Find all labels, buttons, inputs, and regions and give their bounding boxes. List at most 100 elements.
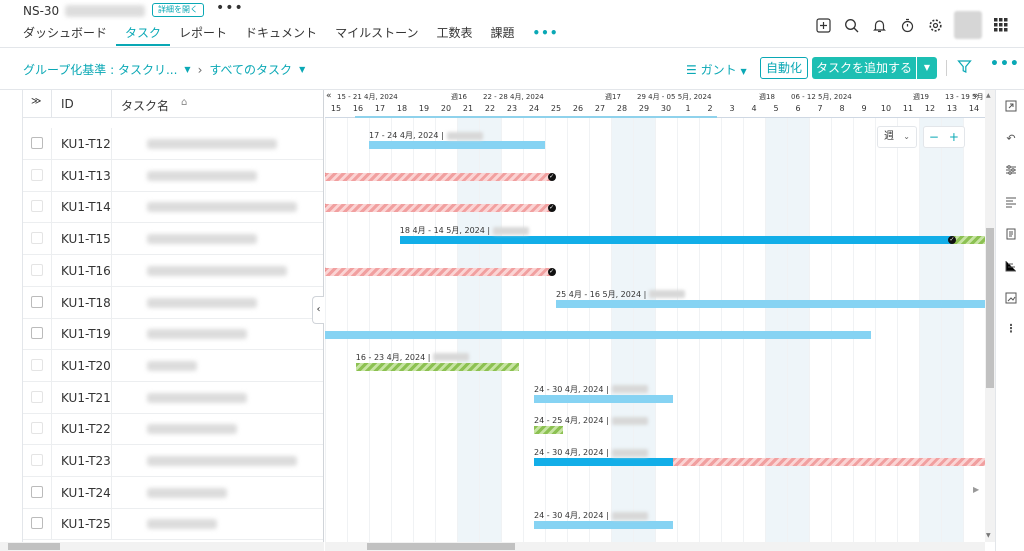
settings-sliders-icon[interactable] [1004,164,1018,178]
bell-icon[interactable] [870,16,888,34]
task-id[interactable]: KU1-T21 [61,391,111,405]
gantt-bar-red[interactable] [672,458,985,466]
project-more-button[interactable]: ••• [216,0,244,16]
table-row[interactable]: KU1-T20 [23,349,323,382]
add-task-button[interactable]: タスクを追加する [812,57,916,79]
apps-grid-icon[interactable] [992,16,1010,34]
task-id[interactable]: KU1-T13 [61,169,111,183]
tab-0[interactable]: ダッシュボード [23,24,116,46]
toolbar-more-button[interactable]: ••• [990,56,1020,72]
column-settings-icon[interactable]: ⌂ [181,97,187,108]
task-name-redacted[interactable] [147,519,217,530]
task-id[interactable]: KU1-T24 [61,486,111,500]
table-row[interactable]: KU1-T19 [23,318,323,351]
row-checkbox[interactable] [31,137,43,149]
task-id[interactable]: KU1-T23 [61,454,111,468]
gantt-bar-blue-l[interactable] [369,141,545,149]
table-row[interactable]: KU1-T21 [23,381,323,414]
task-id[interactable]: KU1-T20 [61,359,111,373]
vertical-scrollbar[interactable]: ▲ ▼ [985,90,995,542]
table-row[interactable]: KU1-T16 [23,254,323,287]
table-row[interactable]: KU1-T23 [23,445,323,477]
task-name-redacted[interactable] [147,392,247,403]
task-id[interactable]: KU1-T19 [61,327,111,341]
row-checkbox[interactable] [31,517,43,530]
align-icon[interactable] [1004,196,1018,210]
tab-2[interactable]: レポート [170,24,236,46]
gantt-bar-blue-l[interactable] [534,394,673,403]
task-name-redacted[interactable] [147,297,257,308]
view-filter-label[interactable]: すべてのタスク [209,61,292,78]
tab-3[interactable]: ドキュメント [236,24,326,46]
task-name-redacted[interactable] [147,360,197,371]
task-name-redacted[interactable] [147,234,257,245]
task-id[interactable]: KU1-T25 [61,517,111,531]
collapse-grid-button[interactable]: ‹ [312,296,324,324]
row-checkbox[interactable] [31,295,43,308]
tabs-more-button[interactable]: ••• [524,24,568,46]
gantt-bar-blue-d[interactable] [534,458,673,466]
fit-icon[interactable] [1004,100,1018,114]
timeline-next-icon[interactable]: » [973,91,979,101]
gantt-bar-green[interactable] [355,362,519,371]
row-checkbox[interactable] [31,390,43,403]
table-row[interactable]: KU1-T24 [23,476,323,509]
gantt-bar-blue-l[interactable] [556,299,985,308]
gantt-bar-green[interactable] [534,426,563,435]
row-checkbox[interactable] [31,485,43,498]
row-checkbox[interactable] [31,200,43,213]
gantt-bar-green[interactable] [952,236,985,245]
task-name-redacted[interactable] [147,265,287,276]
gantt-bar-red[interactable] [325,267,552,276]
timer-icon[interactable] [898,16,916,34]
row-checkbox[interactable] [31,232,43,245]
timeline-scroll-thumb[interactable] [367,543,515,550]
open-details-button[interactable]: 詳細を開く [152,3,204,17]
task-name-redacted[interactable] [147,456,297,466]
row-checkbox[interactable] [31,422,43,435]
grid-horizontal-scrollbar[interactable] [0,542,324,551]
timeline-horizontal-scrollbar[interactable] [325,542,985,551]
task-name-redacted[interactable] [147,202,297,213]
chart-icon[interactable] [1004,292,1018,306]
gantt-bar-red[interactable] [325,204,552,213]
add-icon[interactable] [814,16,832,34]
row-checkbox[interactable] [31,263,43,276]
row-checkbox[interactable] [31,327,43,340]
task-name-redacted[interactable] [147,170,257,181]
table-row[interactable]: KU1-T18 [23,286,323,319]
task-id[interactable]: KU1-T12 [61,137,111,151]
gantt-bar-blue-l[interactable] [534,521,673,530]
kebab-icon[interactable]: ⋮ [1004,322,1018,336]
zoom-in-button[interactable]: + [944,127,964,147]
filter-icon[interactable] [957,59,972,77]
add-task-dropdown-button[interactable]: ▼ [917,57,937,79]
tab-4[interactable]: マイルストーン [326,24,427,46]
baseline-icon[interactable] [1004,260,1018,274]
zoom-out-button[interactable]: − [924,127,944,147]
gantt-bar-blue-d[interactable] [399,236,952,245]
task-id[interactable]: KU1-T22 [61,422,111,436]
group-by-selector[interactable]: グループ化基準 : タスクリ... ▼ › すべてのタスク ▼ [23,61,305,78]
gantt-bar-red[interactable] [325,172,552,181]
tab-5[interactable]: 工数表 [427,24,481,46]
table-row[interactable]: KU1-T12 [23,128,323,160]
avatar[interactable] [954,11,982,39]
project-title[interactable]: NS-30 [23,4,146,18]
task-name-redacted[interactable] [147,424,237,435]
zoom-level-select[interactable]: 週 ⌄ [877,126,917,148]
vertical-scroll-thumb[interactable] [986,228,994,388]
view-mode-selector[interactable]: ☰ ガント ▼ [686,61,747,78]
timeline-prev-icon[interactable]: « [326,91,332,101]
row-checkbox[interactable] [31,454,43,466]
table-row[interactable]: KU1-T14 [23,191,323,224]
task-id[interactable]: KU1-T15 [61,232,111,246]
row-checkbox[interactable] [31,168,43,181]
scroll-down-icon[interactable]: ▼ [986,532,991,539]
search-icon[interactable] [842,16,860,34]
task-name-redacted[interactable] [147,329,247,340]
tab-6[interactable]: 課題 [481,24,523,46]
expand-all-icon[interactable]: ≫ [31,96,41,107]
row-checkbox[interactable] [31,358,43,371]
task-id[interactable]: KU1-T16 [61,264,111,278]
